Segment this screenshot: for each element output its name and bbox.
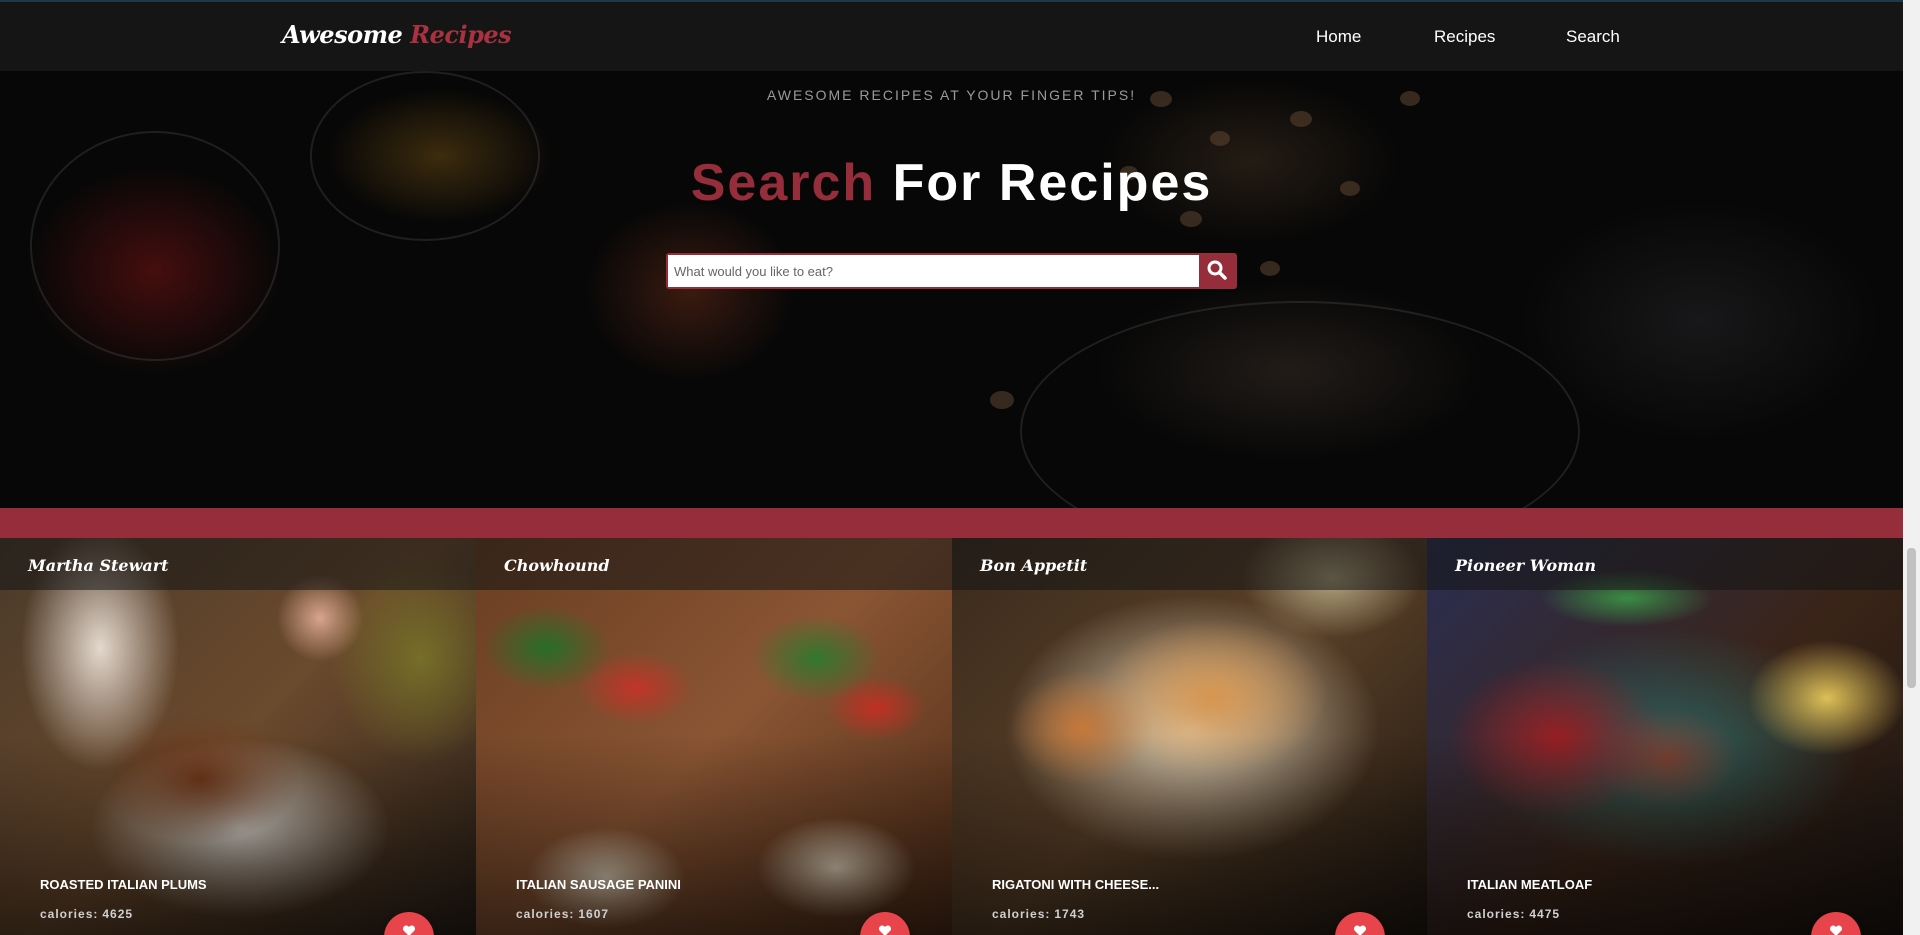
heart-icon xyxy=(878,924,892,935)
card-source: Chowhound xyxy=(504,556,610,575)
heart-icon xyxy=(1353,924,1367,935)
card-title[interactable]: RIGATONI WITH CHEESE... xyxy=(992,877,1159,892)
accent-divider xyxy=(0,508,1903,538)
nav-link-home[interactable]: Home xyxy=(1316,27,1361,47)
card-title[interactable]: ITALIAN SAUSAGE PANINI xyxy=(516,877,681,892)
page-scrollbar[interactable] xyxy=(1903,0,1920,935)
recipe-card[interactable]: Bon Appetit RIGATONI WITH CHEESE... calo… xyxy=(952,538,1427,935)
calories-value: 1607 xyxy=(578,907,610,921)
recipe-card[interactable]: Martha Stewart ROASTED ITALIAN PLUMS cal… xyxy=(0,538,476,935)
card-source: Bon Appetit xyxy=(980,556,1088,575)
calories-label: calories: xyxy=(1467,907,1526,921)
card-source: Martha Stewart xyxy=(28,556,169,575)
card-calories: calories: 1607 xyxy=(516,907,609,921)
hero-background-spoon xyxy=(1020,301,1580,508)
search-input[interactable] xyxy=(668,255,1199,287)
search-bar xyxy=(666,253,1237,289)
card-shade xyxy=(952,735,1427,935)
hero-title-rest: For Recipes xyxy=(892,154,1213,212)
hero-background-bean xyxy=(1290,111,1312,127)
calories-value: 1743 xyxy=(1054,907,1086,921)
card-header: Bon Appetit xyxy=(952,538,1427,590)
calories-label: calories: xyxy=(40,907,99,921)
brand-logo[interactable]: Awesome Recipes xyxy=(282,20,512,49)
calories-label: calories: xyxy=(516,907,575,921)
recipe-card[interactable]: Chowhound ITALIAN SAUSAGE PANINI calorie… xyxy=(476,538,952,935)
hero-background-bean xyxy=(1260,261,1280,276)
top-navbar: Awesome Recipes Home Recipes Search xyxy=(0,0,1903,71)
card-source: Pioneer Woman xyxy=(1455,556,1597,575)
calories-label: calories: xyxy=(992,907,1051,921)
card-header: Martha Stewart xyxy=(0,538,476,590)
card-calories: calories: 4475 xyxy=(1467,907,1560,921)
hero-background-bean xyxy=(1210,131,1230,146)
card-title[interactable]: ROASTED ITALIAN PLUMS xyxy=(40,877,207,892)
hero-background-bean xyxy=(990,391,1014,409)
hero-background-bean xyxy=(1180,211,1202,227)
card-header: Pioneer Woman xyxy=(1427,538,1903,590)
nav-link-search[interactable]: Search xyxy=(1566,27,1620,47)
recipe-card-grid: Martha Stewart ROASTED ITALIAN PLUMS cal… xyxy=(0,538,1903,935)
search-button[interactable] xyxy=(1199,255,1235,287)
card-calories: calories: 1743 xyxy=(992,907,1085,921)
card-shade xyxy=(1427,735,1903,935)
hero-title: Search For Recipes xyxy=(0,153,1903,213)
hero-section: AWESOME RECIPES AT YOUR FINGER TIPS! Sea… xyxy=(0,71,1903,508)
scrollbar-thumb[interactable] xyxy=(1907,548,1916,688)
hero-title-highlight: Search xyxy=(690,154,877,212)
brand-logo-word-1: Awesome xyxy=(282,20,403,49)
card-title[interactable]: ITALIAN MEATLOAF xyxy=(1467,877,1592,892)
calories-value: 4625 xyxy=(102,907,134,921)
nav-link-recipes[interactable]: Recipes xyxy=(1434,27,1495,47)
magnifier-icon xyxy=(1207,260,1227,283)
calories-value: 4475 xyxy=(1529,907,1561,921)
brand-logo-word-2: Recipes xyxy=(410,20,512,49)
heart-icon xyxy=(402,924,416,935)
card-shade xyxy=(0,735,476,935)
heart-icon xyxy=(1829,924,1843,935)
hero-tagline: AWESOME RECIPES AT YOUR FINGER TIPS! xyxy=(766,87,1137,103)
card-shade xyxy=(476,735,952,935)
card-calories: calories: 4625 xyxy=(40,907,133,921)
card-header: Chowhound xyxy=(476,538,952,590)
recipe-card[interactable]: Pioneer Woman ITALIAN MEATLOAF calories:… xyxy=(1427,538,1903,935)
